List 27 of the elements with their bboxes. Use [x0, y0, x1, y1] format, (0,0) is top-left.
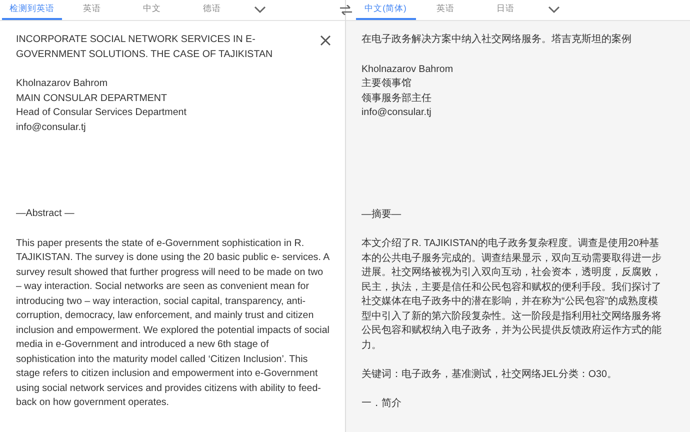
author-line: MAIN CONSULAR DEPARTMENT: [16, 92, 168, 106]
section-heading: 一．简介: [362, 396, 402, 410]
translated-title: 在电子政务解决方案中纳入社交网络服务。塔吉克斯坦的案例: [362, 33, 632, 47]
author-line: 领事服务部主任: [362, 92, 432, 106]
abstract-heading: —Abstract —: [16, 207, 76, 221]
author-line: Kholnazarov Bahrom: [16, 77, 108, 91]
chevron-down-icon[interactable]: [254, 6, 266, 14]
swap-icon[interactable]: [340, 5, 352, 15]
language-tab[interactable]: 英语: [416, 0, 476, 20]
language-tab[interactable]: 英语: [62, 0, 122, 20]
author-line: Head of Consular Services Department: [16, 106, 188, 120]
chevron-down-icon[interactable]: [548, 6, 560, 14]
close-icon[interactable]: [320, 35, 330, 46]
abstract-heading: —摘要—: [362, 208, 402, 222]
abstract-paragraph: 本文介绍了R. TAJIKISTAN的电子政务复杂程度。调查是使用20种基本的公共电子服务完成的。调查结果显示，双向互动需要取得进一步进展。社交网络被视为引入双向互动，社会资本，透明度，反腐败，民主，执法，主要是信任和公民包容和赋权的便利手段。我们探讨了社交媒体在电子政务中的潜在影响，并在称为“公民包容”的成熟度模型中引入了新的第六阶段复杂性。这一阶段是指利用社交网络服务将公民包容和赋权纳入电子政务，并为公民提供反馈政府运作方式的能力。: [362, 237, 662, 352]
author-line: info@consular.tj: [362, 106, 432, 120]
keywords-line: 关键词：电子政务，基准测试，社交网络JEL分类：O30。: [362, 368, 618, 382]
language-tab[interactable]: 中文(简体): [356, 0, 416, 20]
author-line: Kholnazarov Bahrom: [362, 62, 454, 76]
author-line: info@consular.tj: [16, 120, 87, 134]
language-tab[interactable]: 日语: [476, 0, 536, 20]
language-tab[interactable]: 检测到英语: [2, 0, 62, 20]
abstract-paragraph: This paper presents the state of e-Government sophistication in R. TAJIKISTAN. The survey is done using the 20 basic public e- services. A survey result showed that further progress will need to be made on two – way interaction. Social networks are seen as convenient mean for introducing two – way interaction, social capital, transparency, anti-corruption, democracy, law enforcement, and mainly trust and citizen inclusion and empowerment. We explored the potential impacts of social media in e-Government and introduced a new 6th stage of sophistication into the maturity model called ‘Citizen Inclusion’. This stage refers to citizen inclusion and empowerment into e-Government using social network services and provides citizens with ability to feed-back on how government operates.: [16, 236, 330, 410]
language-tab[interactable]: 德语: [182, 0, 242, 20]
language-tab[interactable]: 中文: [122, 0, 182, 20]
source-title: INCORPORATE SOCIAL NETWORK SERVICES IN E-GOVERNMENT SOLUTIONS. THE CASE OF TAJIKISTAN: [16, 33, 274, 62]
author-line: 主要领事馆: [362, 77, 412, 91]
